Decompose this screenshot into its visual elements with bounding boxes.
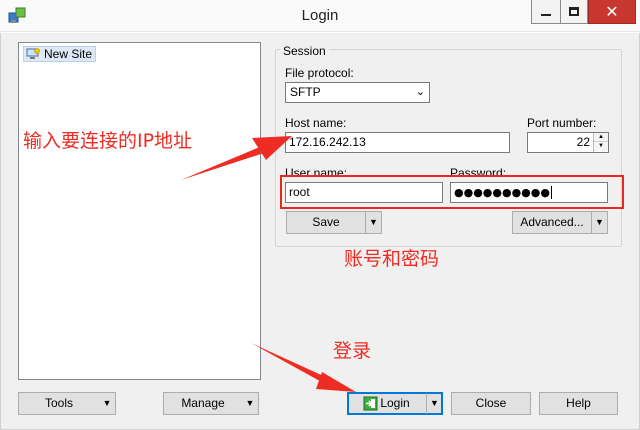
tools-button[interactable]: Tools ▼: [18, 392, 116, 415]
manage-button[interactable]: Manage ▼: [163, 392, 259, 415]
save-dropdown-icon[interactable]: ▼: [365, 212, 381, 233]
advanced-dropdown-icon[interactable]: ▼: [591, 212, 607, 233]
file-protocol-select[interactable]: SFTP ⌄: [285, 82, 430, 103]
file-protocol-value: SFTP: [290, 85, 321, 99]
spin-down-icon[interactable]: ▼: [594, 142, 608, 151]
minimize-icon: [541, 13, 551, 16]
new-site-icon: [26, 48, 40, 59]
manage-dropdown-icon: ▼: [245, 398, 255, 408]
manage-button-label: Manage: [181, 396, 225, 410]
session-group-title: Session: [280, 44, 329, 58]
host-name-input[interactable]: 172.16.242.13: [285, 132, 510, 153]
spin-up-icon[interactable]: ▲: [594, 133, 608, 142]
save-button-label: Save: [312, 215, 340, 229]
port-number-label: Port number:: [527, 116, 597, 130]
chevron-down-icon: ⌄: [415, 86, 425, 98]
site-item-label: New Site: [44, 47, 93, 61]
login-button[interactable]: Login ▼: [347, 392, 443, 415]
close-button[interactable]: Close: [451, 392, 531, 415]
file-protocol-label: File protocol:: [285, 66, 354, 80]
advanced-button-label: Advanced...: [520, 215, 584, 229]
save-button[interactable]: Save ▼: [286, 211, 382, 234]
credentials-highlight-box: [280, 175, 624, 209]
site-tree[interactable]: New Site: [18, 42, 261, 380]
port-spin-buttons: ▲ ▼: [593, 133, 608, 152]
site-item-new-site[interactable]: New Site: [23, 46, 97, 62]
port-number-spinner[interactable]: 22 ▲ ▼: [527, 132, 609, 153]
login-button-label: Login: [380, 396, 410, 410]
tools-button-label: Tools: [44, 396, 73, 410]
minimize-button[interactable]: [531, 0, 560, 24]
annotation-credentials-hint: 账号和密码: [344, 248, 440, 270]
close-icon: ✕: [605, 1, 619, 21]
annotation-login-hint: 登录: [333, 340, 372, 362]
close-window-button[interactable]: ✕: [588, 0, 636, 24]
tools-dropdown-icon: ▼: [102, 398, 112, 408]
advanced-button[interactable]: Advanced... ▼: [512, 211, 608, 234]
help-button[interactable]: Help: [539, 392, 618, 415]
maximize-button[interactable]: [560, 0, 588, 24]
maximize-icon: [569, 7, 579, 16]
title-bar: Login ✕: [0, 0, 640, 32]
port-number-value: 22: [576, 135, 590, 149]
annotation-host-hint: 输入要连接的IP地址: [23, 130, 193, 152]
host-name-label: Host name:: [285, 116, 347, 130]
login-dropdown-icon[interactable]: ▼: [426, 393, 442, 414]
